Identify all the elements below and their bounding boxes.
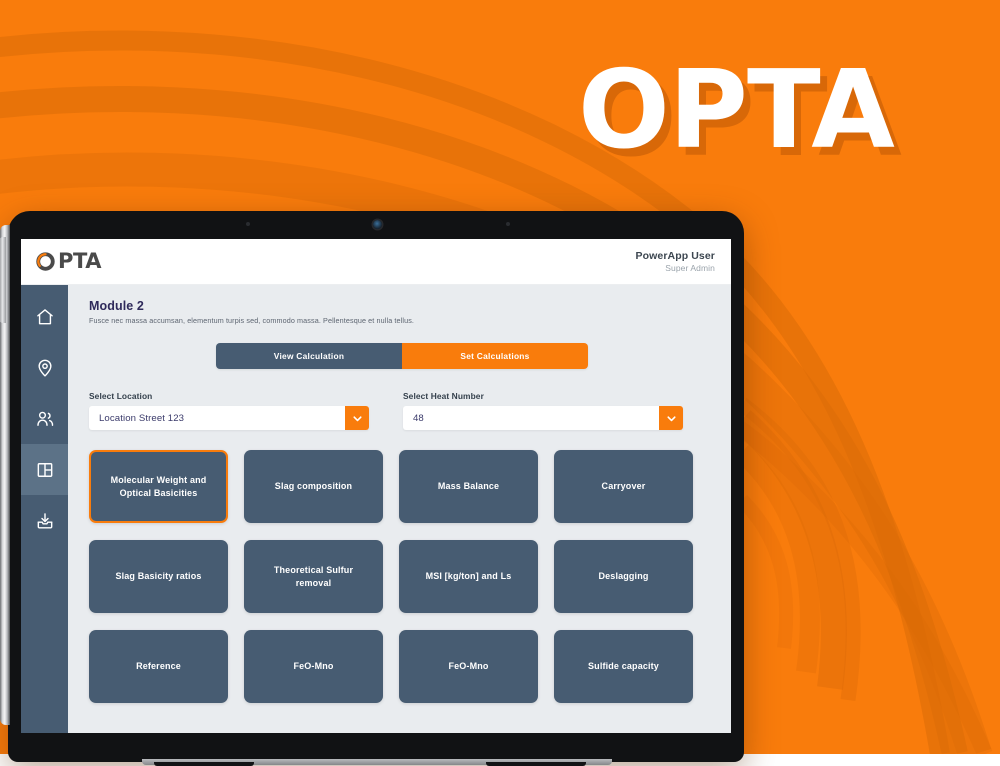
module-card[interactable]: Theoretical Sulfur removal xyxy=(244,540,383,613)
opta-logo[interactable]: PTA xyxy=(35,249,102,273)
tablet-foot-pad-right xyxy=(486,762,586,766)
user-info[interactable]: PowerApp User Super Admin xyxy=(636,250,716,274)
home-icon xyxy=(35,307,55,327)
sidebar-item-dashboard[interactable] xyxy=(21,444,68,495)
dashboard-layout-icon xyxy=(35,460,55,480)
app-header: PTA PowerApp User Super Admin xyxy=(21,239,731,285)
tablet-power-button[interactable] xyxy=(0,237,6,323)
tab-view-calculation[interactable]: View Calculation xyxy=(216,343,402,369)
sidebar-item-users[interactable] xyxy=(21,393,68,444)
user-name: PowerApp User xyxy=(635,249,715,262)
sensor-dot-left xyxy=(246,222,250,226)
tab-set-calculations[interactable]: Set Calculations xyxy=(402,343,588,369)
opta-ring-o-icon xyxy=(35,251,56,272)
sidebar-item-downloads[interactable] xyxy=(21,495,68,546)
sidebar-item-location[interactable] xyxy=(21,342,68,393)
heat-number-select[interactable]: 48 xyxy=(403,406,683,430)
tablet-screen: PTA PowerApp User Super Admin Module 2 F… xyxy=(21,239,731,733)
page-title: Module 2 xyxy=(89,299,144,313)
module-card[interactable]: Molecular Weight and Optical Basicities xyxy=(89,450,228,523)
sensor-dot-right xyxy=(506,222,510,226)
front-camera-icon xyxy=(373,220,382,229)
module-card[interactable]: Carryover xyxy=(554,450,693,523)
module-card[interactable]: Sulfide capacity xyxy=(554,630,693,703)
sidebar-item-home[interactable] xyxy=(21,291,68,342)
heat-number-filter-label: Select Heat Number xyxy=(403,391,484,401)
module-card-label: MSI [kg/ton] and Ls xyxy=(425,571,512,582)
tablet-foot-pad-left xyxy=(154,762,254,766)
module-card-label: FeO-Mno xyxy=(448,661,489,672)
module-card-label: Molecular Weight and Optical Basicities xyxy=(110,475,207,498)
location-select-value: Location Street 123 xyxy=(99,412,185,424)
module-card[interactable]: Slag composition xyxy=(244,450,383,523)
chevron-down-icon[interactable] xyxy=(659,406,683,430)
module-card-label: Mass Balance xyxy=(437,481,500,492)
location-select[interactable]: Location Street 123 xyxy=(89,406,369,430)
module-card-grid: Molecular Weight and Optical Basicities … xyxy=(89,450,715,703)
chevron-down-icon[interactable] xyxy=(345,406,369,430)
module-card-label: Deslagging xyxy=(598,571,649,582)
module-card[interactable]: Reference xyxy=(89,630,228,703)
module-card-label: Reference xyxy=(136,661,181,672)
heat-number-filter: Select Heat Number 48 xyxy=(403,391,683,430)
main-content: Module 2 Fusce nec massa accumsan, eleme… xyxy=(68,285,731,733)
module-card-label: Sulfide capacity xyxy=(588,661,659,672)
module-card[interactable]: Mass Balance xyxy=(399,450,538,523)
filters-row: Select Location Location Street 123 Sele… xyxy=(89,391,715,430)
location-pin-icon xyxy=(35,358,55,378)
module-card-label: Carryover xyxy=(601,481,646,492)
module-card[interactable]: FeO-Mno xyxy=(399,630,538,703)
module-card[interactable]: FeO-Mno xyxy=(244,630,383,703)
download-inbox-icon xyxy=(35,511,55,531)
module-card-label: Slag composition xyxy=(274,481,353,492)
opta-logo-text: PTA xyxy=(58,249,102,273)
heat-number-select-value: 48 xyxy=(413,412,424,424)
module-card[interactable]: Slag Basicity ratios xyxy=(89,540,228,613)
location-filter: Select Location Location Street 123 xyxy=(89,391,369,430)
users-icon xyxy=(35,409,55,429)
hero-wordmark: OPTA xyxy=(578,48,895,173)
module-card[interactable]: Deslagging xyxy=(554,540,693,613)
location-filter-label: Select Location xyxy=(89,391,153,401)
module-card-label: Slag Basicity ratios xyxy=(115,571,202,582)
module-card-label: FeO-Mno xyxy=(293,661,334,672)
sidebar-nav xyxy=(21,285,68,733)
user-role: Super Admin xyxy=(665,262,715,273)
module-card-label: Theoretical Sulfur removal xyxy=(273,565,354,588)
calculation-tab-group: View Calculation Set Calculations xyxy=(216,343,588,369)
module-card[interactable]: MSI [kg/ton] and Ls xyxy=(399,540,538,613)
tablet-device: PTA PowerApp User Super Admin Module 2 F… xyxy=(0,211,744,766)
page-subtitle: Fusce nec massa accumsan, elementum turp… xyxy=(89,316,415,325)
